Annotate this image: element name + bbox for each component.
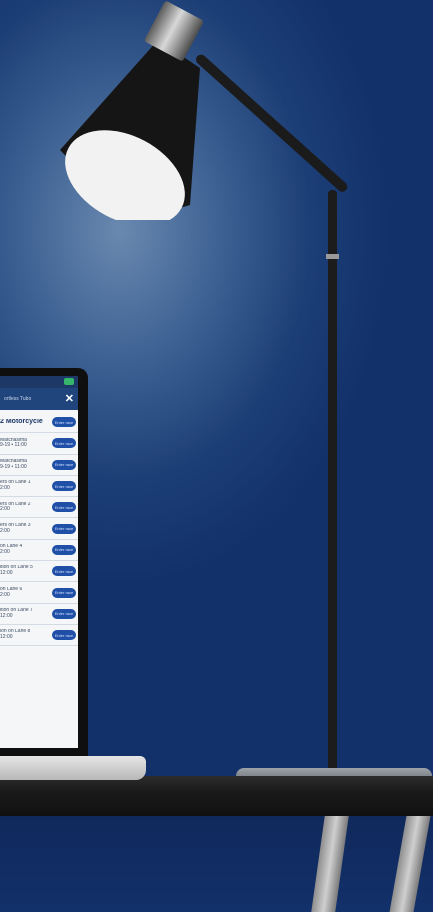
list-item: ition on Lane 5 12:00 Enter race [0, 561, 78, 583]
screen-top-bar [0, 376, 78, 388]
enter-race-button[interactable]: Enter race [52, 459, 76, 470]
list-item: ers on Lane 3 2:00 Enter race [0, 518, 78, 540]
list-item: ition on Lane 7 12:00 Enter race [0, 604, 78, 625]
event-label: ers on Lane 2 2:00 [0, 502, 31, 514]
event-label: ion on Lane 8 12:00 [0, 629, 30, 641]
event-label: 2 Motorcycle [0, 419, 43, 425]
enter-race-button[interactable]: Enter race [52, 630, 76, 641]
event-time: 2:00 [0, 591, 10, 598]
enter-race-button[interactable]: Enter race [52, 544, 76, 555]
lamp-arm [194, 52, 350, 194]
enter-race-button[interactable]: Enter race [52, 438, 76, 449]
enter-race-button[interactable]: Enter race [52, 566, 76, 577]
event-time: 2:00 [0, 506, 10, 513]
event-label: ers on Lane 1 2:00 [0, 480, 31, 492]
table-top [0, 776, 433, 816]
event-time: 12:00 [0, 570, 13, 577]
table-shadow [0, 816, 433, 912]
list-item: on Lane 4 2:00 Enter race [0, 540, 78, 562]
event-label: ers on Lane 3 2:00 [0, 523, 31, 535]
event-time: 9-19 • 11:00 [0, 442, 27, 449]
list-item: ion on Lane 8 12:00 Enter race [0, 625, 78, 647]
event-time: 2:00 [0, 548, 10, 555]
event-label: on Lane 6 2:00 [0, 587, 22, 599]
dialog-title: ortless Tubo [4, 396, 32, 402]
lamp-pole [328, 190, 337, 770]
event-label: Matchasima 9-19 • 11:00 [0, 459, 27, 471]
enter-race-button[interactable]: Enter race [52, 481, 76, 492]
event-time: 2:00 [0, 485, 10, 492]
event-list: 2 Motorcycle Enter race Matchasima 9-19 • 1… [0, 410, 78, 648]
list-item: Matchasima 9-19 • 11:00 Enter race [0, 455, 78, 476]
list-item: on Lane 6 2:00 Enter race [0, 582, 78, 604]
lamp-ring [326, 254, 339, 259]
event-label: ition on Lane 5 12:00 [0, 565, 33, 577]
laptop-screen: ortless Tubo ✕ 2 Motorcycle Enter race Mat… [0, 376, 78, 748]
list-item: ers on Lane 2 2:00 Enter race [0, 497, 78, 519]
status-badge [64, 378, 74, 385]
event-time: 9-19 • 11:00 [0, 463, 27, 470]
laptop-base [0, 756, 146, 780]
list-item: 2 Motorcycle Enter race [0, 412, 78, 434]
event-time: 12:00 [0, 612, 13, 619]
event-time: 2:00 [0, 527, 10, 534]
event-label: on Lane 4 2:00 [0, 544, 22, 556]
event-label: Matchasima 9-19 • 11:00 [0, 438, 27, 450]
enter-race-button[interactable]: Enter race [52, 587, 76, 598]
event-title: 2 Motorcycle [0, 419, 43, 426]
event-label: ition on Lane 7 12:00 [0, 608, 33, 620]
scene: ortless Tubo ✕ 2 Motorcycle Enter race Mat… [0, 0, 433, 912]
enter-race-button[interactable]: Enter race [52, 417, 76, 428]
enter-race-button[interactable]: Enter race [52, 608, 76, 619]
lamp-shade [60, 40, 200, 220]
enter-race-button[interactable]: Enter race [52, 502, 76, 513]
list-item: ers on Lane 1 2:00 Enter race [0, 476, 78, 498]
close-icon[interactable]: ✕ [65, 393, 74, 405]
list-item: Matchasima 9-19 • 11:00 Enter race [0, 433, 78, 455]
event-time: 12:00 [0, 634, 13, 641]
enter-race-button[interactable]: Enter race [52, 523, 76, 534]
dialog-header: ortless Tubo ✕ [0, 388, 78, 410]
